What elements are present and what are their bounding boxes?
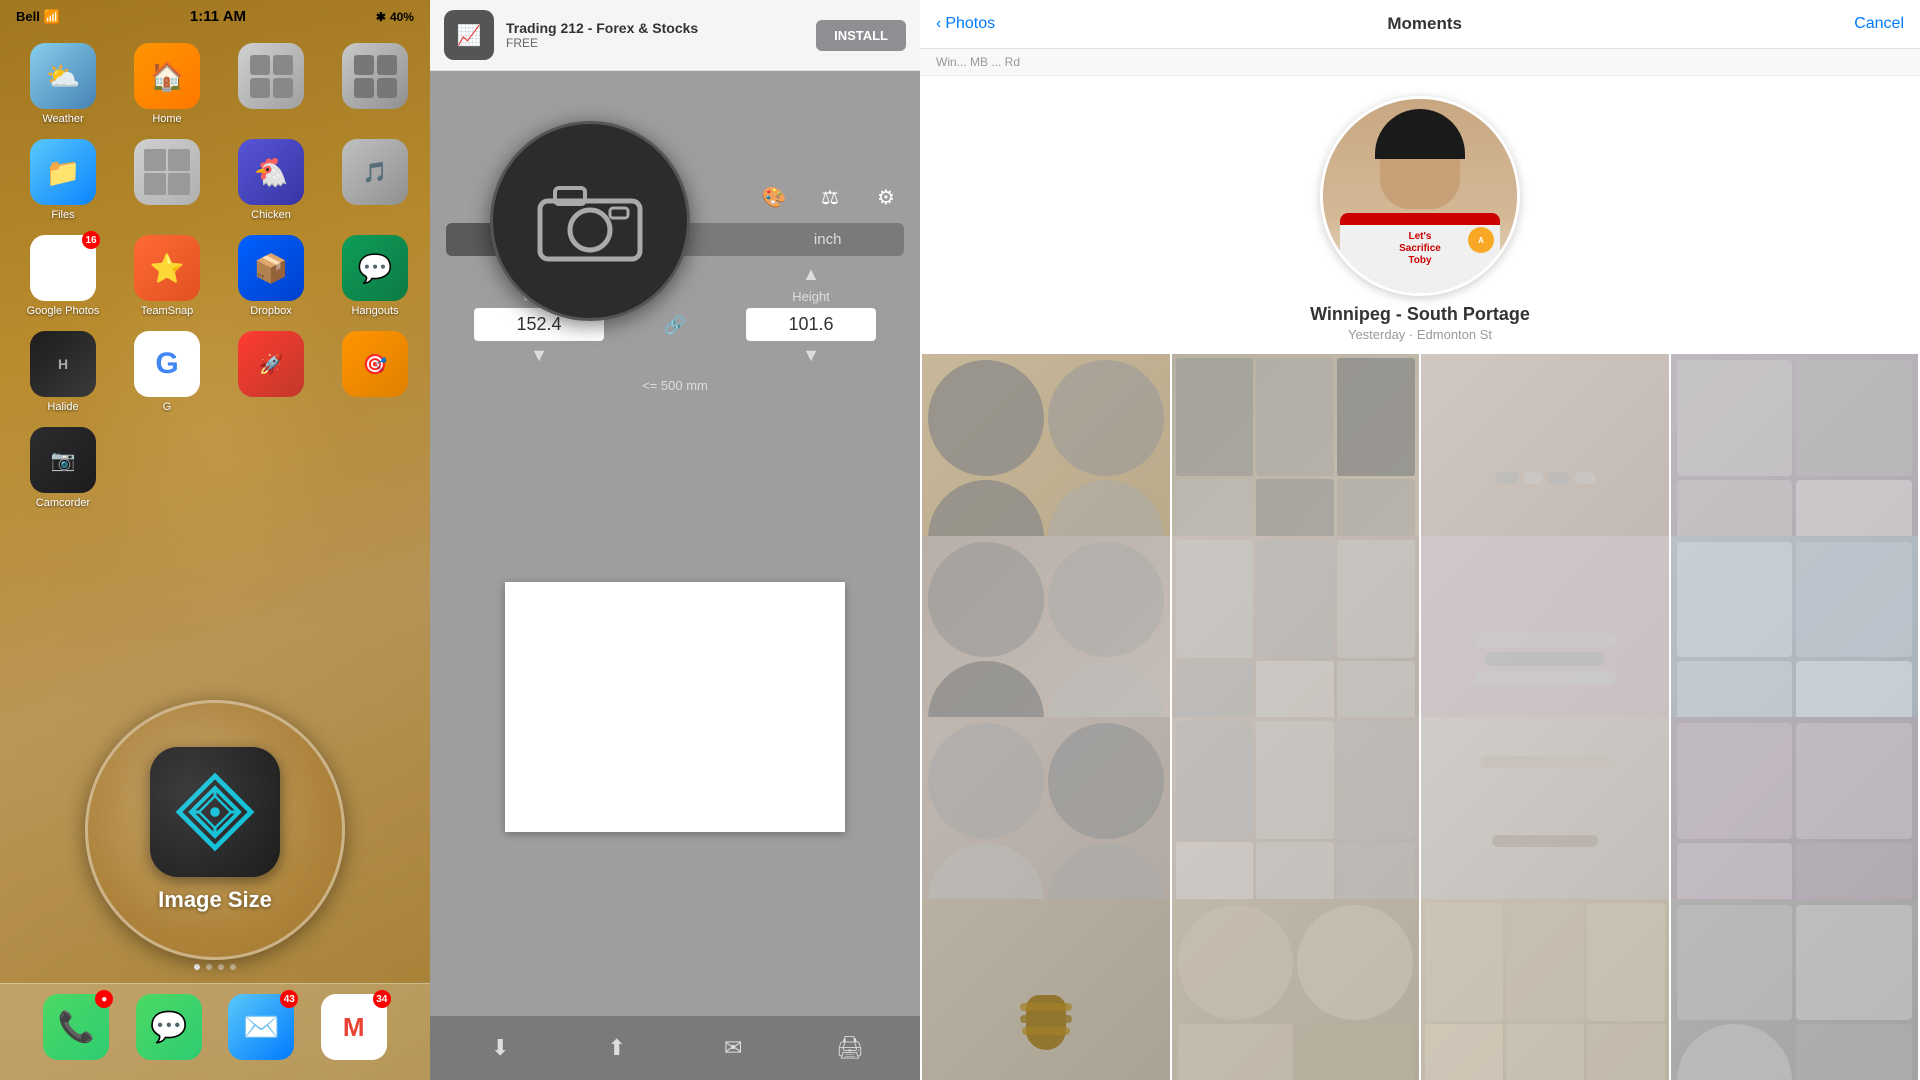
ad-subtitle: FREE	[506, 36, 804, 50]
dock-gmail[interactable]: M 34	[321, 994, 387, 1060]
app-teamsnap[interactable]: ⭐ TeamSnap	[122, 235, 212, 317]
app-grid: ⛅ Weather 🏠 Home	[0, 33, 430, 519]
dock-messages[interactable]: 💬	[136, 994, 202, 1060]
diamond-icon	[175, 772, 255, 852]
app-gphotos[interactable]: ⊕ 16 Google Photos	[18, 235, 108, 317]
page-dot-2[interactable]	[206, 964, 212, 970]
battery-label: 40%	[390, 10, 414, 24]
height-down-arrow[interactable]: ▼	[802, 345, 820, 366]
height-label: Height	[792, 289, 830, 304]
photo-cell[interactable]	[1172, 899, 1420, 1080]
app-chicken[interactable]: 🐔 Chicken	[226, 139, 316, 221]
photo-cell[interactable]	[1671, 899, 1919, 1080]
ad-info: Trading 212 - Forex & Stocks FREE	[506, 20, 804, 50]
dock-phone[interactable]: 📞 ●	[43, 994, 109, 1060]
height-up-arrow[interactable]: ▲	[802, 264, 820, 285]
height-group: ▲ Height ▼	[746, 264, 876, 366]
page-dots	[0, 964, 430, 970]
print-icon[interactable]: 🖨	[830, 1028, 870, 1068]
time-display: 1:11 AM	[190, 8, 246, 25]
storage-bar: Win... MB ... Rd	[920, 49, 1920, 76]
ad-title: Trading 212 - Forex & Stocks	[506, 20, 804, 36]
app-halide[interactable]: H Halide	[18, 331, 108, 413]
settings-tool[interactable]: ⚙	[868, 179, 904, 215]
download-icon[interactable]: ⬇	[480, 1028, 520, 1068]
ad-banner: 📈 Trading 212 - Forex & Stocks FREE INST…	[430, 0, 920, 71]
app-hangouts[interactable]: 💬 Hangouts	[330, 235, 420, 317]
magnified-label: Image Size	[158, 887, 272, 913]
profile-circle: Let'sSacrificeToby A	[1320, 96, 1520, 296]
app-misc1[interactable]	[122, 139, 212, 221]
bottom-toolbar: ⬇ ⬆ ✉ 🖨	[430, 1016, 920, 1080]
image-size-app-panel: 📈 Trading 212 - Forex & Stocks FREE INST…	[430, 0, 920, 1080]
status-left: Bell 📶	[16, 9, 60, 25]
dock-mail[interactable]: ✉️ 43	[228, 994, 294, 1060]
app-r4[interactable]: 🎯	[330, 331, 420, 413]
status-right: ✱ 40%	[376, 10, 414, 24]
link-icon[interactable]: 🔗	[660, 310, 690, 340]
status-bar: Bell 📶 1:11 AM ✱ 40%	[0, 0, 430, 29]
photos-title: Moments	[995, 14, 1854, 34]
app-folder1[interactable]	[226, 43, 316, 125]
app-folder2[interactable]	[330, 43, 420, 125]
share-icon[interactable]: ⬆	[597, 1028, 637, 1068]
magnified-app-circle: Image Size	[85, 700, 345, 960]
location-name: Winnipeg - South Portage	[1310, 304, 1530, 325]
app-files[interactable]: 📁 Files	[18, 139, 108, 221]
back-chevron-icon: ‹	[936, 15, 941, 33]
app-dropbox[interactable]: 📦 Dropbox	[226, 235, 316, 317]
ad-app-icon: 📈	[444, 10, 494, 60]
photos-back-label: Photos	[945, 15, 995, 33]
photo-cell[interactable]	[922, 899, 1170, 1080]
white-canvas	[505, 582, 845, 832]
photos-header: ‹ Photos Moments Cancel	[920, 0, 1920, 49]
phone-panel: Bell 📶 1:11 AM ✱ 40% ⛅ Weather 🏠 Home	[0, 0, 430, 1080]
install-button[interactable]: INSTALL	[816, 20, 906, 51]
app-r3[interactable]: 🚀	[226, 331, 316, 413]
dimension-row: ▲ Width ▼ 🔗 ▲ Height ▼	[430, 256, 920, 374]
profile-section: Let'sSacrificeToby A Winnipeg - South Po…	[920, 76, 1920, 352]
app-weather[interactable]: ⛅ Weather	[18, 43, 108, 125]
page-dot-1[interactable]	[194, 964, 200, 970]
canvas-area	[430, 397, 920, 1016]
sliders-tool[interactable]: ⚖	[812, 179, 848, 215]
photo-grid: ♥	[920, 352, 1920, 1080]
photos-cancel-button[interactable]: Cancel	[1854, 15, 1904, 33]
size-limit: <= 500 mm	[430, 374, 920, 397]
location-sub: Yesterday · Edmonton St	[1348, 327, 1492, 342]
photos-panel: ‹ Photos Moments Cancel Win... MB ... Rd	[920, 0, 1920, 1080]
app-google[interactable]: G G	[122, 331, 212, 413]
image-size-icon[interactable]	[150, 747, 280, 877]
app-camcorder[interactable]: 📷 Camcorder	[18, 427, 108, 509]
photos-back-button[interactable]: ‹ Photos	[936, 15, 995, 33]
unit-inch[interactable]: inch	[751, 223, 904, 256]
page-dot-4[interactable]	[230, 964, 236, 970]
app-misc2[interactable]: 🎵	[330, 139, 420, 221]
width-down-arrow[interactable]: ▼	[530, 345, 548, 366]
photo-cell[interactable]	[1421, 899, 1669, 1080]
palette-tool[interactable]: 🎨	[756, 179, 792, 215]
app-home[interactable]: 🏠 Home	[122, 43, 212, 125]
page-dot-3[interactable]	[218, 964, 224, 970]
carrier-label: Bell	[16, 9, 40, 24]
camera-magnified-circle	[490, 121, 690, 321]
height-input[interactable]	[746, 308, 876, 341]
camera-svg-icon	[535, 176, 645, 266]
mail-icon[interactable]: ✉	[713, 1028, 753, 1068]
dock: 📞 ● 💬 ✉️ 43 M 34	[0, 983, 430, 1080]
bt-icon: ✱	[376, 10, 386, 24]
wifi-icon: 📶	[44, 9, 60, 25]
